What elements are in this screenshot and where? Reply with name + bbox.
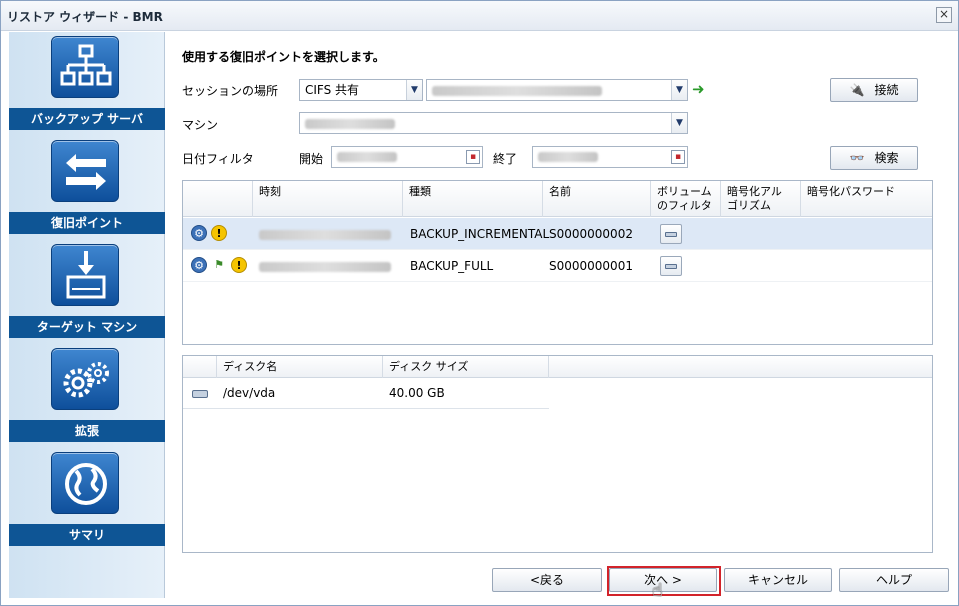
mouse-pointer-icon: ☝ <box>652 580 663 601</box>
date-filter-label: 日付フィルタ <box>182 152 254 166</box>
volume-filter-button[interactable] <box>660 256 682 276</box>
volume-filter-button[interactable] <box>660 224 682 244</box>
column-header-icon <box>183 356 217 378</box>
calendar-icon[interactable]: ▪ <box>671 150 685 164</box>
recovery-point-panel: 使用する復旧ポイントを選択します。 セッションの場所 CIFS 共有 ▼ ▼ ➜… <box>166 32 954 601</box>
session-type-value: CIFS 共有 <box>305 83 360 97</box>
table-row[interactable]: ⚙ ! BACKUP_INCREMENTAL S0000000002 <box>183 218 932 250</box>
step-target-machine[interactable]: ターゲット マシン <box>9 240 165 349</box>
row-name: S0000000002 <box>549 227 633 241</box>
advanced-gear-icon <box>51 348 119 410</box>
recovery-point-icon <box>51 140 119 202</box>
flag-icon: ⚑ <box>214 258 224 271</box>
backup-type-icon: ⚙ <box>191 225 207 241</box>
binoculars-icon: 👓 <box>849 151 865 165</box>
title-bar: リストア ウィザード - BMR × <box>1 1 958 31</box>
step-recovery-point[interactable]: 復旧ポイント <box>9 136 165 245</box>
target-machine-icon <box>51 244 119 306</box>
redacted-end-date <box>538 152 598 162</box>
column-header-encryption-password[interactable]: 暗号化パスワード <box>801 181 934 217</box>
machine-label: マシン <box>182 118 219 132</box>
page-heading: 使用する復旧ポイントを選択します。 <box>182 50 385 64</box>
redacted-start-date <box>337 152 397 162</box>
start-label: 開始 <box>299 152 324 166</box>
column-header-disk-size[interactable]: ディスク サイズ <box>383 356 549 378</box>
table-row[interactable]: /dev/vda 40.00 GB <box>183 379 549 409</box>
backup-type-icon: ⚙ <box>191 257 207 273</box>
chevron-down-icon[interactable]: ▼ <box>671 80 687 100</box>
machine-select[interactable]: ▼ <box>299 112 688 134</box>
summary-globe-icon <box>51 452 119 514</box>
step-label: 拡張 <box>9 420 165 442</box>
connect-button[interactable]: 🔌 接続 <box>830 78 918 102</box>
end-label: 終了 <box>493 152 518 166</box>
session-location-label: セッションの場所 <box>182 84 279 98</box>
close-icon[interactable]: × <box>936 7 952 23</box>
next-button-highlight <box>607 566 721 596</box>
chevron-down-icon[interactable]: ▼ <box>406 80 422 100</box>
disk-icon <box>192 390 208 398</box>
session-path-select[interactable]: ▼ <box>426 79 688 101</box>
connect-plug-icon: 🔌 <box>849 83 865 97</box>
row-name: S0000000001 <box>549 259 633 273</box>
table-header: 時刻 種類 名前 ボリューム のフィルタ 暗号化アル ゴリズム 暗号化パスワード <box>183 181 932 217</box>
start-date-field[interactable]: ▪ <box>331 146 483 168</box>
column-header-name[interactable]: 名前 <box>543 181 651 217</box>
column-header-status <box>183 181 253 217</box>
restore-wizard-window: リストア ウィザード - BMR × バックアップ サーバ 復旧ポイント ターゲ… <box>0 0 959 606</box>
search-label: 検索 <box>874 151 899 165</box>
step-advanced[interactable]: 拡張 <box>9 344 165 453</box>
help-button[interactable]: ヘルプ <box>839 568 949 592</box>
step-summary[interactable]: サマリ <box>9 448 165 557</box>
disk-size: 40.00 GB <box>389 386 445 400</box>
recovery-points-table: 時刻 種類 名前 ボリューム のフィルタ 暗号化アル ゴリズム 暗号化パスワード… <box>182 180 933 345</box>
step-label: 復旧ポイント <box>9 212 165 234</box>
chevron-down-icon[interactable]: ▼ <box>671 113 687 133</box>
window-title: リストア ウィザード - BMR <box>7 10 163 24</box>
end-date-field[interactable]: ▪ <box>532 146 688 168</box>
session-type-select[interactable]: CIFS 共有 ▼ <box>299 79 423 101</box>
disk-table: ディスク名 ディスク サイズ /dev/vda 40.00 GB <box>182 355 933 553</box>
search-button[interactable]: 👓 検索 <box>830 146 918 170</box>
column-header-encryption-algorithm[interactable]: 暗号化アル ゴリズム <box>721 181 801 217</box>
column-header-time[interactable]: 時刻 <box>253 181 403 217</box>
back-button[interactable]: <戻る <box>492 568 602 592</box>
redacted-time <box>259 230 391 240</box>
column-header-volume-filter[interactable]: ボリューム のフィルタ <box>651 181 721 217</box>
redacted-time <box>259 262 391 272</box>
row-type: BACKUP_FULL <box>410 259 494 273</box>
warning-icon: ! <box>231 257 247 273</box>
redacted-path <box>432 85 602 96</box>
step-label: バックアップ サーバ <box>9 108 165 130</box>
wizard-steps-sidebar: バックアップ サーバ 復旧ポイント ターゲット マシン 拡張 サマリ <box>9 32 165 598</box>
row-type: BACKUP_INCREMENTAL <box>410 227 550 241</box>
warning-icon: ! <box>211 225 227 241</box>
backup-server-icon <box>51 36 119 98</box>
table-row[interactable]: ⚙ ⚑ ! BACKUP_FULL S0000000001 <box>183 250 932 282</box>
table-header: ディスク名 ディスク サイズ <box>183 356 932 378</box>
go-arrow-icon[interactable]: ➜ <box>692 80 705 98</box>
cancel-button[interactable]: キャンセル <box>724 568 832 592</box>
redacted-machine <box>305 118 395 129</box>
column-header-disk-name[interactable]: ディスク名 <box>217 356 383 378</box>
step-label: ターゲット マシン <box>9 316 165 338</box>
step-backup-server[interactable]: バックアップ サーバ <box>9 32 165 141</box>
step-label: サマリ <box>9 524 165 546</box>
column-header-type[interactable]: 種類 <box>403 181 543 217</box>
calendar-icon[interactable]: ▪ <box>466 150 480 164</box>
disk-name: /dev/vda <box>223 386 276 400</box>
connect-label: 接続 <box>874 83 899 97</box>
